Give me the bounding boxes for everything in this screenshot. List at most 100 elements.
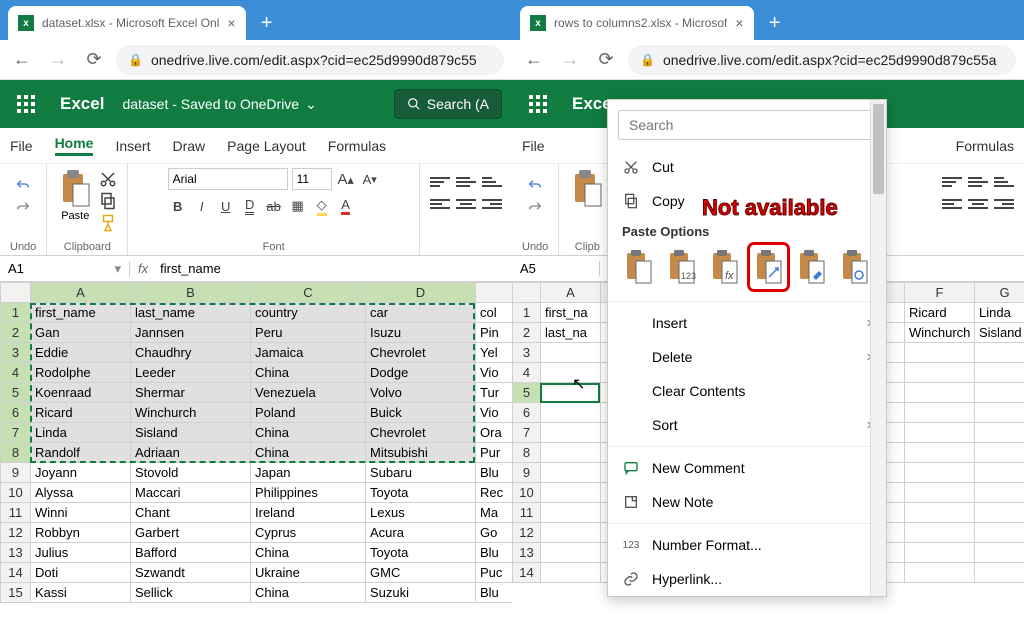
underline-button[interactable]: U [216, 196, 236, 216]
new-tab-button[interactable]: + [760, 8, 790, 38]
font-family-select[interactable] [168, 168, 288, 190]
reload-button[interactable]: ⟳ [80, 49, 108, 70]
cell[interactable] [541, 483, 601, 503]
redo-icon[interactable] [15, 200, 31, 216]
cell[interactable]: Poland [251, 403, 366, 423]
cell[interactable] [975, 563, 1024, 583]
cell[interactable] [541, 443, 601, 463]
ribbon-tab-formulas[interactable]: Formulas [328, 138, 386, 154]
context-scrollbar[interactable] [870, 100, 886, 596]
row-6[interactable]: 6RicardWinchurchPolandBuickVio [1, 403, 513, 423]
row-header-3[interactable]: 3 [1, 343, 31, 363]
close-tab-icon[interactable]: × [227, 15, 235, 31]
row-header-3[interactable]: 3 [513, 343, 541, 363]
cell[interactable] [541, 383, 601, 403]
decrease-font-button[interactable]: A▾ [360, 169, 380, 189]
column-header-overflow[interactable] [476, 283, 513, 303]
row-header-9[interactable]: 9 [513, 463, 541, 483]
ribbon-tab-file[interactable]: File [10, 138, 33, 154]
paste-option-link[interactable] [839, 247, 872, 287]
cell[interactable]: Adriaan [131, 443, 251, 463]
align-top-button[interactable] [430, 174, 450, 190]
align-left-button[interactable] [942, 196, 962, 212]
row-5[interactable]: 5KoenraadShermarVenezuelaVolvoTur [1, 383, 513, 403]
cell[interactable] [975, 483, 1024, 503]
ctx-new-comment[interactable]: New Comment [608, 451, 886, 485]
row-header-4[interactable]: 4 [513, 363, 541, 383]
bold-button[interactable]: B [168, 196, 188, 216]
cell[interactable]: Toyota [366, 543, 476, 563]
ctx-hyperlink[interactable]: Hyperlink... [608, 562, 886, 596]
cell[interactable] [905, 363, 975, 383]
url-field[interactable]: 🔒 onedrive.live.com/edit.aspx?cid=ec25d9… [628, 45, 1016, 75]
cell[interactable]: Blu [476, 543, 513, 563]
row-13[interactable]: 13JuliusBaffordChinaToyotaBlu [1, 543, 513, 563]
cell[interactable]: Linda [975, 303, 1024, 323]
cell[interactable]: Philippines [251, 483, 366, 503]
cell[interactable] [541, 503, 601, 523]
cell[interactable]: Ukraine [251, 563, 366, 583]
cell[interactable]: Suzuki [366, 583, 476, 603]
row-4[interactable]: 4RodolpheLeederChinaDodgeVio [1, 363, 513, 383]
cell[interactable]: Buick [366, 403, 476, 423]
cell[interactable] [975, 343, 1024, 363]
strikethrough-button[interactable]: ab [264, 196, 284, 216]
paste-option-default[interactable] [622, 247, 655, 287]
ctx-new-note[interactable]: New Note [608, 485, 886, 519]
row-header-14[interactable]: 14 [1, 563, 31, 583]
align-bottom-button[interactable] [482, 174, 502, 190]
cell[interactable]: country [251, 303, 366, 323]
cell[interactable]: Go [476, 523, 513, 543]
undo-icon[interactable] [15, 178, 31, 194]
cell[interactable]: Shermar [131, 383, 251, 403]
row-8[interactable]: 8RandolfAdriaanChinaMitsubishiPur [1, 443, 513, 463]
cell[interactable]: Pin [476, 323, 513, 343]
column-header-A[interactable]: A [31, 283, 131, 303]
search-button[interactable]: Search (A [394, 89, 502, 119]
increase-font-button[interactable]: A▴ [336, 169, 356, 189]
cell[interactable]: Yel [476, 343, 513, 363]
cell[interactable]: Jannsen [131, 323, 251, 343]
paste-button[interactable] [569, 168, 605, 208]
row-header-13[interactable]: 13 [513, 543, 541, 563]
redo-icon[interactable] [527, 200, 543, 216]
cell[interactable]: Ireland [251, 503, 366, 523]
cell[interactable] [905, 463, 975, 483]
cell[interactable] [905, 563, 975, 583]
grid-table[interactable]: ABCD1first_namelast_namecountrycarcol2Ga… [0, 282, 512, 603]
cell[interactable]: Chevrolet [366, 423, 476, 443]
row-header-12[interactable]: 12 [513, 523, 541, 543]
row-header-6[interactable]: 6 [513, 403, 541, 423]
cell[interactable]: last_na [541, 323, 601, 343]
cell[interactable]: China [251, 543, 366, 563]
cell[interactable] [905, 543, 975, 563]
paste-option-values[interactable]: 123 [665, 247, 698, 287]
align-bottom-button[interactable] [994, 174, 1014, 190]
cell[interactable]: Joyann [31, 463, 131, 483]
cell[interactable]: Winni [31, 503, 131, 523]
cell[interactable]: Cyprus [251, 523, 366, 543]
copy-icon[interactable] [99, 192, 117, 210]
cell[interactable] [975, 543, 1024, 563]
cell[interactable] [975, 403, 1024, 423]
cell[interactable]: Rec [476, 483, 513, 503]
row-3[interactable]: 3EddieChaudhryJamaicaChevroletYel [1, 343, 513, 363]
cell[interactable]: first_name [31, 303, 131, 323]
row-header-7[interactable]: 7 [1, 423, 31, 443]
row-header-5[interactable]: 5 [1, 383, 31, 403]
row-11[interactable]: 11WinniChantIrelandLexusMa [1, 503, 513, 523]
reload-button[interactable]: ⟳ [592, 49, 620, 70]
ribbon-tab-page-layout[interactable]: Page Layout [227, 138, 306, 154]
cell[interactable] [541, 403, 601, 423]
align-right-button[interactable] [994, 196, 1014, 212]
row-12[interactable]: 12RobbynGarbertCyprusAcuraGo [1, 523, 513, 543]
cell[interactable]: China [251, 443, 366, 463]
row-header-14[interactable]: 14 [513, 563, 541, 583]
ribbon-tab-file[interactable]: File [522, 138, 545, 154]
cell[interactable]: Alyssa [31, 483, 131, 503]
cell[interactable] [541, 523, 601, 543]
cell[interactable] [541, 363, 601, 383]
cell[interactable]: Koenraad [31, 383, 131, 403]
cell[interactable] [541, 423, 601, 443]
ctx-cut[interactable]: Cut [608, 150, 886, 184]
